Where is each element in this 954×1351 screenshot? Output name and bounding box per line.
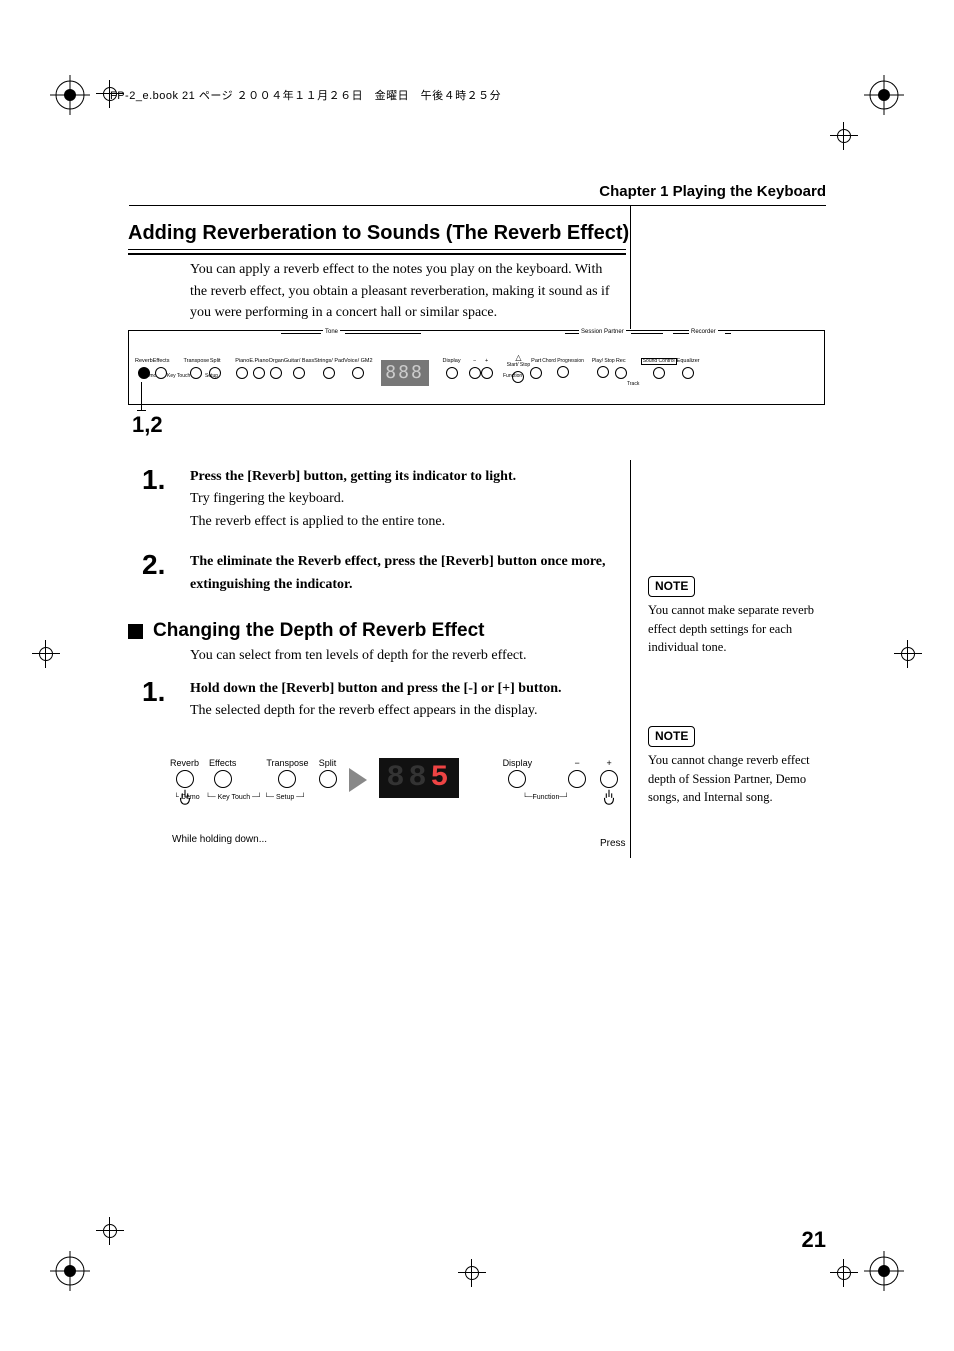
- under-label-track: Track: [627, 381, 639, 387]
- panel-button-plus: +: [481, 358, 493, 378]
- crop-mark-icon: [894, 640, 922, 668]
- chapter-rule: [129, 205, 826, 206]
- registration-mark-icon: [50, 75, 90, 115]
- under-label-demo: Demo: [143, 373, 156, 379]
- callout-label: 1,2: [132, 412, 163, 438]
- vertical-divider: [630, 205, 631, 329]
- step-line: The reverb effect is applied to the enti…: [190, 511, 516, 533]
- panel-button-strings-pad: Strings/ Pad: [314, 358, 344, 378]
- panel-button-play-stop: Play/ Stop: [592, 359, 615, 379]
- step-line: Try fingering the keyboard.: [190, 488, 516, 510]
- note-text: You cannot change reverb effect depth of…: [648, 751, 828, 805]
- depth-illustration: Reverb Effects Transpose Split └Demo └─K…: [170, 758, 620, 848]
- panel-button-epiano: E.Piano: [249, 358, 268, 378]
- chapter-title: Chapter 1 Playing the Keyboard: [599, 183, 826, 200]
- step-item: 2. The eliminate the Reverb effect, pres…: [142, 551, 622, 596]
- note-text: You cannot make separate reverb effect d…: [648, 601, 828, 655]
- under-label-setup: Setup: [205, 373, 218, 379]
- registration-mark-icon: [864, 75, 904, 115]
- crop-mark-icon: [96, 1217, 124, 1245]
- section-title: Adding Reverberation to Sounds (The Reve…: [128, 222, 629, 245]
- step-line: The selected depth for the reverb effect…: [190, 700, 561, 722]
- square-bullet-icon: [128, 624, 143, 639]
- subsection-intro: You can select from ten levels of depth …: [190, 648, 622, 664]
- arrow-right-icon: [349, 768, 367, 792]
- il-button-split: Split: [319, 758, 337, 806]
- note-tag: NOTE: [648, 576, 695, 597]
- panel-button-display: Display: [443, 358, 461, 378]
- group-label-recorder: Recorder: [689, 329, 718, 335]
- step-number: 2.: [142, 551, 190, 596]
- crop-mark-icon: [830, 1259, 858, 1287]
- seven-segment-display-icon: 888: [381, 360, 429, 386]
- il-button-minus: −: [568, 758, 586, 806]
- crop-mark-icon: [458, 1259, 486, 1287]
- group-label-tone: Tone: [323, 329, 340, 335]
- panel-button-minus: −: [469, 358, 481, 378]
- step-bold: The eliminate the Reverb effect, press t…: [190, 551, 622, 596]
- step-item: 1. Hold down the [Reverb] button and pre…: [142, 678, 622, 723]
- intro-paragraph: You can apply a reverb effect to the not…: [190, 259, 622, 324]
- il-under-demo: Demo: [181, 794, 200, 801]
- note-tag: NOTE: [648, 726, 695, 747]
- press-label: Press: [600, 838, 626, 849]
- callout-line: [141, 382, 142, 410]
- group-label-session: Session Partner: [579, 329, 626, 335]
- registration-mark-icon: [864, 1251, 904, 1291]
- note-box: NOTE You cannot make separate reverb eff…: [648, 576, 828, 656]
- section-underline: [128, 249, 626, 255]
- panel-button-sound-control: Sound Control: [641, 358, 677, 380]
- hold-label: While holding down...: [172, 834, 267, 845]
- panel-button-piano: Piano: [235, 358, 249, 378]
- seven-segment-display-icon: 885: [379, 758, 459, 798]
- panel-button-part: Part: [530, 358, 542, 378]
- vertical-divider: [630, 460, 631, 858]
- panel-diagram: Tone Session Partner Recorder Reverb Eff…: [128, 330, 825, 405]
- crop-mark-icon: [32, 640, 60, 668]
- steps-list: 1. Press the [Reverb] button, getting it…: [142, 466, 622, 614]
- panel-button-voice-gm2: Voice/ GM2: [344, 358, 372, 378]
- step-item: 1. Press the [Reverb] button, getting it…: [142, 466, 622, 533]
- note-box: NOTE You cannot change reverb effect dep…: [648, 726, 828, 806]
- hand-icon: [600, 788, 618, 806]
- il-under-setup: Setup: [276, 794, 294, 801]
- under-label-keytouch: Key Touch: [167, 373, 190, 379]
- il-function-label: Function: [532, 794, 559, 801]
- crop-mark-icon: [830, 122, 858, 150]
- step-bold: Press the [Reverb] button, getting its i…: [190, 466, 516, 488]
- panel-button-guitar-bass: Guitar/ Bass: [284, 358, 314, 378]
- step-number: 1.: [142, 678, 190, 723]
- panel-button-rec: Rec: [615, 358, 627, 378]
- step-number: 1.: [142, 466, 190, 533]
- registration-mark-icon: [50, 1251, 90, 1291]
- il-button-plus: +: [600, 758, 618, 806]
- subsection-title: Changing the Depth of Reverb Effect: [128, 620, 484, 642]
- il-under-keytouch: Key Touch: [218, 794, 251, 801]
- panel-button-organ: Organ: [269, 358, 284, 378]
- header-meta: FP-2_e.book 21 ページ ２００４年１１月２６日 金曜日 午後４時２…: [110, 87, 501, 103]
- panel-button-equalizer: Equalizer: [677, 358, 700, 378]
- steps-list: 1. Hold down the [Reverb] button and pre…: [142, 678, 622, 741]
- step-bold: Hold down the [Reverb] button and press …: [190, 678, 561, 700]
- page-number: 21: [802, 1227, 826, 1253]
- under-label-function: Function: [503, 373, 522, 379]
- panel-button-chord-progression: Chord Progression: [542, 359, 584, 379]
